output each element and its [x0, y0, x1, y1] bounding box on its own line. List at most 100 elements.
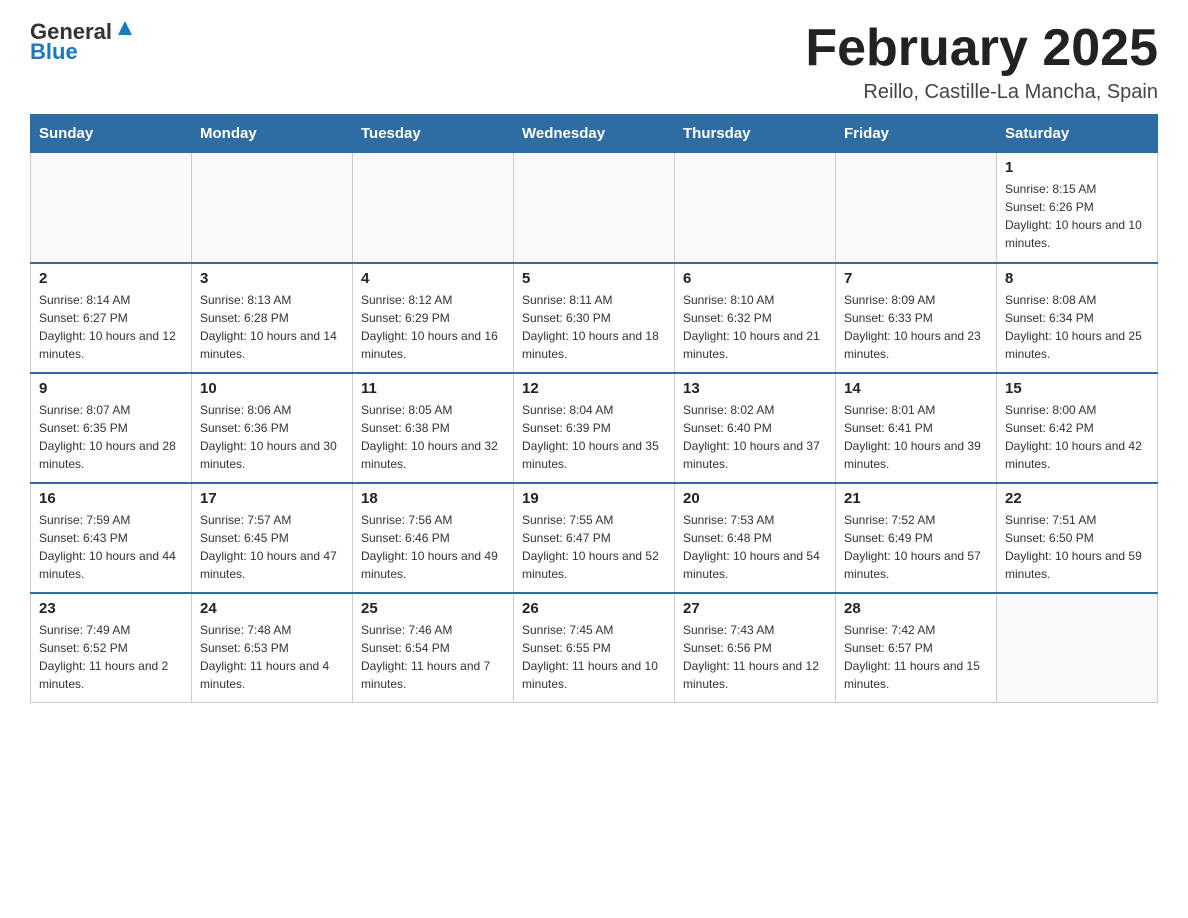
- calendar-cell: 27Sunrise: 7:43 AMSunset: 6:56 PMDayligh…: [675, 593, 836, 703]
- calendar-header-row: SundayMondayTuesdayWednesdayThursdayFrid…: [31, 115, 1158, 153]
- day-number: 23: [39, 600, 183, 617]
- day-info: Sunrise: 7:43 AMSunset: 6:56 PMDaylight:…: [683, 621, 827, 693]
- month-title: February 2025: [805, 20, 1158, 77]
- calendar-cell: 7 Sunrise: 8:09 AMSunset: 6:33 PMDaylight…: [836, 263, 997, 373]
- day-info: Sunrise: 8:02 AMSunset: 6:40 PMDaylight:…: [683, 401, 827, 473]
- day-info: Sunrise: 8:04 AMSunset: 6:39 PMDaylight:…: [522, 401, 666, 473]
- day-info: Sunrise: 8:08 AMSunset: 6:34 PMDaylight:…: [1005, 291, 1149, 363]
- day-info: Sunrise: 8:06 AMSunset: 6:36 PMDaylight:…: [200, 401, 344, 473]
- day-number: 6: [683, 270, 827, 287]
- day-info: Sunrise: 8:05 AMSunset: 6:38 PMDaylight:…: [361, 401, 505, 473]
- calendar-cell: 6 Sunrise: 8:10 AMSunset: 6:32 PMDaylight…: [675, 263, 836, 373]
- calendar-cell: 15 Sunrise: 8:00 AMSunset: 6:42 PMDayligh…: [997, 373, 1158, 483]
- day-info: Sunrise: 8:15 AMSunset: 6:26 PMDaylight:…: [1005, 180, 1149, 252]
- calendar-cell: 10 Sunrise: 8:06 AMSunset: 6:36 PMDayligh…: [192, 373, 353, 483]
- calendar-header-thursday: Thursday: [675, 115, 836, 153]
- logo-triangle-icon: [114, 17, 136, 39]
- day-number: 12: [522, 380, 666, 397]
- calendar-cell: 26 Sunrise: 7:45 AMSunset: 6:55 PMDayligh…: [514, 593, 675, 703]
- day-number: 3: [200, 270, 344, 287]
- day-info: Sunrise: 8:00 AMSunset: 6:42 PMDaylight:…: [1005, 401, 1149, 473]
- calendar-cell: [514, 153, 675, 263]
- calendar-week-row: 23Sunrise: 7:49 AMSunset: 6:52 PMDayligh…: [31, 593, 1158, 703]
- logo: General Blue: [30, 20, 136, 64]
- calendar-week-row: 1 Sunrise: 8:15 AMSunset: 6:26 PMDaylight…: [31, 153, 1158, 263]
- day-number: 8: [1005, 270, 1149, 287]
- day-number: 15: [1005, 380, 1149, 397]
- calendar-cell: 21 Sunrise: 7:52 AMSunset: 6:49 PMDayligh…: [836, 483, 997, 593]
- calendar-week-row: 2Sunrise: 8:14 AMSunset: 6:27 PMDaylight…: [31, 263, 1158, 373]
- day-number: 4: [361, 270, 505, 287]
- calendar-cell: 22Sunrise: 7:51 AMSunset: 6:50 PMDayligh…: [997, 483, 1158, 593]
- day-number: 10: [200, 380, 344, 397]
- page-header: General Blue February 2025 Reillo, Casti…: [30, 20, 1158, 104]
- location-subtitle: Reillo, Castille-La Mancha, Spain: [805, 81, 1158, 104]
- day-number: 20: [683, 490, 827, 507]
- day-info: Sunrise: 7:45 AMSunset: 6:55 PMDaylight:…: [522, 621, 666, 693]
- day-number: 26: [522, 600, 666, 617]
- day-info: Sunrise: 8:09 AMSunset: 6:33 PMDaylight:…: [844, 291, 988, 363]
- day-number: 5: [522, 270, 666, 287]
- day-number: 14: [844, 380, 988, 397]
- calendar-cell: 4 Sunrise: 8:12 AMSunset: 6:29 PMDaylight…: [353, 263, 514, 373]
- day-number: 9: [39, 380, 183, 397]
- day-info: Sunrise: 8:01 AMSunset: 6:41 PMDaylight:…: [844, 401, 988, 473]
- calendar-cell: 19 Sunrise: 7:55 AMSunset: 6:47 PMDayligh…: [514, 483, 675, 593]
- calendar-body: 1 Sunrise: 8:15 AMSunset: 6:26 PMDaylight…: [31, 153, 1158, 703]
- calendar-cell: 25 Sunrise: 7:46 AMSunset: 6:54 PMDayligh…: [353, 593, 514, 703]
- calendar-cell: [836, 153, 997, 263]
- day-info: Sunrise: 7:57 AMSunset: 6:45 PMDaylight:…: [200, 511, 344, 583]
- day-info: Sunrise: 7:51 AMSunset: 6:50 PMDaylight:…: [1005, 511, 1149, 583]
- calendar-header-saturday: Saturday: [997, 115, 1158, 153]
- day-info: Sunrise: 8:14 AMSunset: 6:27 PMDaylight:…: [39, 291, 183, 363]
- day-info: Sunrise: 7:53 AMSunset: 6:48 PMDaylight:…: [683, 511, 827, 583]
- day-info: Sunrise: 7:42 AMSunset: 6:57 PMDaylight:…: [844, 621, 988, 693]
- day-number: 21: [844, 490, 988, 507]
- calendar-header-wednesday: Wednesday: [514, 115, 675, 153]
- calendar-cell: 5 Sunrise: 8:11 AMSunset: 6:30 PMDaylight…: [514, 263, 675, 373]
- calendar-cell: 8 Sunrise: 8:08 AMSunset: 6:34 PMDaylight…: [997, 263, 1158, 373]
- calendar-cell: 12 Sunrise: 8:04 AMSunset: 6:39 PMDayligh…: [514, 373, 675, 483]
- day-number: 24: [200, 600, 344, 617]
- day-info: Sunrise: 7:59 AMSunset: 6:43 PMDaylight:…: [39, 511, 183, 583]
- day-number: 11: [361, 380, 505, 397]
- calendar-header-friday: Friday: [836, 115, 997, 153]
- calendar-cell: 23Sunrise: 7:49 AMSunset: 6:52 PMDayligh…: [31, 593, 192, 703]
- day-number: 1: [1005, 159, 1149, 176]
- calendar-cell: 16 Sunrise: 7:59 AMSunset: 6:43 PMDayligh…: [31, 483, 192, 593]
- calendar-cell: 24 Sunrise: 7:48 AMSunset: 6:53 PMDayligh…: [192, 593, 353, 703]
- calendar-week-row: 9 Sunrise: 8:07 AMSunset: 6:35 PMDaylight…: [31, 373, 1158, 483]
- calendar-cell: 11 Sunrise: 8:05 AMSunset: 6:38 PMDayligh…: [353, 373, 514, 483]
- day-number: 16: [39, 490, 183, 507]
- calendar-cell: 2Sunrise: 8:14 AMSunset: 6:27 PMDaylight…: [31, 263, 192, 373]
- calendar-cell: 20 Sunrise: 7:53 AMSunset: 6:48 PMDayligh…: [675, 483, 836, 593]
- day-info: Sunrise: 7:52 AMSunset: 6:49 PMDaylight:…: [844, 511, 988, 583]
- day-number: 17: [200, 490, 344, 507]
- calendar-cell: 13Sunrise: 8:02 AMSunset: 6:40 PMDayligh…: [675, 373, 836, 483]
- calendar-cell: 28Sunrise: 7:42 AMSunset: 6:57 PMDayligh…: [836, 593, 997, 703]
- calendar-cell: [31, 153, 192, 263]
- calendar-cell: 14 Sunrise: 8:01 AMSunset: 6:41 PMDayligh…: [836, 373, 997, 483]
- logo-blue-text: Blue: [30, 40, 136, 64]
- day-info: Sunrise: 8:07 AMSunset: 6:35 PMDaylight:…: [39, 401, 183, 473]
- calendar-cell: [675, 153, 836, 263]
- day-info: Sunrise: 8:11 AMSunset: 6:30 PMDaylight:…: [522, 291, 666, 363]
- title-section: February 2025 Reillo, Castille-La Mancha…: [805, 20, 1158, 104]
- day-info: Sunrise: 8:12 AMSunset: 6:29 PMDaylight:…: [361, 291, 505, 363]
- day-info: Sunrise: 8:10 AMSunset: 6:32 PMDaylight:…: [683, 291, 827, 363]
- day-number: 7: [844, 270, 988, 287]
- day-number: 18: [361, 490, 505, 507]
- day-number: 19: [522, 490, 666, 507]
- calendar-cell: [997, 593, 1158, 703]
- day-info: Sunrise: 7:46 AMSunset: 6:54 PMDaylight:…: [361, 621, 505, 693]
- day-info: Sunrise: 8:13 AMSunset: 6:28 PMDaylight:…: [200, 291, 344, 363]
- day-info: Sunrise: 7:55 AMSunset: 6:47 PMDaylight:…: [522, 511, 666, 583]
- calendar-cell: 1 Sunrise: 8:15 AMSunset: 6:26 PMDaylight…: [997, 153, 1158, 263]
- calendar-header-sunday: Sunday: [31, 115, 192, 153]
- calendar-cell: [353, 153, 514, 263]
- calendar-cell: 9 Sunrise: 8:07 AMSunset: 6:35 PMDaylight…: [31, 373, 192, 483]
- calendar-table: SundayMondayTuesdayWednesdayThursdayFrid…: [30, 114, 1158, 703]
- day-number: 25: [361, 600, 505, 617]
- calendar-header-monday: Monday: [192, 115, 353, 153]
- day-info: Sunrise: 7:48 AMSunset: 6:53 PMDaylight:…: [200, 621, 344, 693]
